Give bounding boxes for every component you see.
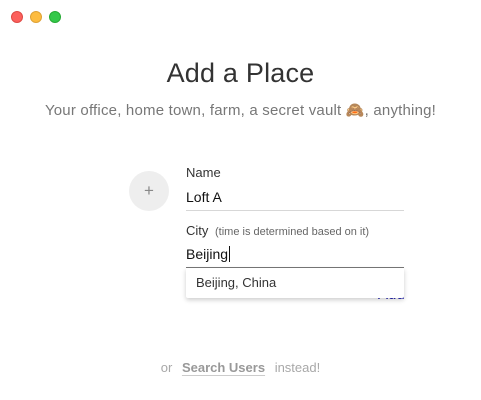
suggestion-item[interactable]: Beijing, China <box>186 268 404 298</box>
city-label-text: City <box>186 223 209 238</box>
page-title: Add a Place <box>166 58 315 88</box>
page-subtitle: Your office, home town, farm, a secret v… <box>44 102 437 119</box>
window-controls <box>11 11 61 23</box>
minimize-window-button[interactable] <box>30 11 42 23</box>
city-label: City (time is determined based on it) <box>186 223 369 238</box>
city-suggestions-dropdown: Beijing, China <box>186 268 404 298</box>
footer: or Search Users instead! <box>0 360 481 375</box>
search-users-link[interactable]: Search Users <box>182 360 265 375</box>
name-input[interactable] <box>186 186 404 211</box>
text-caret <box>229 246 230 262</box>
footer-suffix: instead! <box>274 360 321 375</box>
city-hint: (time is determined based on it) <box>215 226 370 238</box>
name-label-text: Name <box>186 165 221 180</box>
footer-prefix: or <box>160 360 173 375</box>
city-input[interactable] <box>186 243 404 268</box>
plus-icon: + <box>144 181 154 200</box>
zoom-window-button[interactable] <box>49 11 61 23</box>
add-photo-button[interactable]: + <box>129 171 169 211</box>
name-label: Name <box>186 165 221 180</box>
close-window-button[interactable] <box>11 11 23 23</box>
